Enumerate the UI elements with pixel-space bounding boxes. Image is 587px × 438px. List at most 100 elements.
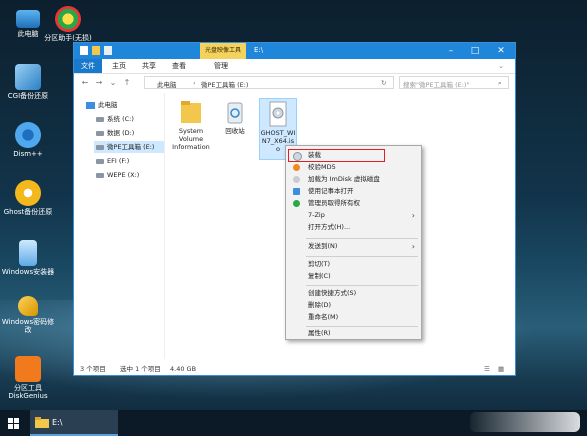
menu-item-imdisk[interactable]: 加载为 ImDisk 虚拟磁盘 bbox=[286, 174, 421, 185]
menu-item-take-ownership[interactable]: 管理员取得所有权 bbox=[286, 198, 421, 209]
desktop-icon-label: Ghost备份还原 bbox=[3, 208, 53, 216]
tab-file[interactable]: 文件 bbox=[74, 59, 102, 73]
desktop-icon-cgi[interactable]: CGI备份还原 bbox=[0, 64, 56, 100]
taskbar-explorer-button[interactable]: E:\ bbox=[30, 410, 118, 436]
tab-home[interactable]: 主页 bbox=[106, 59, 132, 73]
folder-icon bbox=[181, 101, 201, 123]
status-bar: 3 个项目 选中 1 个项目 4.40 GB ☰ ▦ bbox=[74, 363, 515, 375]
system-tray[interactable] bbox=[470, 412, 580, 432]
back-arrow-icon[interactable]: ← bbox=[80, 77, 90, 89]
minimize-button[interactable]: – bbox=[444, 45, 458, 57]
file-item-recycle-bin[interactable]: 回收站 bbox=[216, 99, 254, 135]
menu-label: 删除(D) bbox=[308, 301, 332, 309]
refresh-icon[interactable]: ↻ bbox=[381, 79, 386, 87]
breadcrumb-separator: › bbox=[193, 79, 196, 87]
expand-ribbon-icon[interactable]: ⌄ bbox=[494, 59, 508, 73]
nav-label: 数据 (D:) bbox=[107, 129, 135, 137]
menu-item-properties[interactable]: 属性(R) bbox=[286, 328, 421, 339]
mount-highlight-box bbox=[288, 149, 385, 162]
forward-arrow-icon[interactable]: → bbox=[94, 77, 104, 89]
windows-logo-icon bbox=[8, 418, 19, 429]
desktop-icon-partition-assistant[interactable]: 分区助手(无损) bbox=[40, 6, 96, 42]
up-arrow-icon[interactable]: ↑ bbox=[122, 77, 132, 89]
notepad-icon bbox=[293, 188, 300, 195]
close-button[interactable]: ✕ bbox=[494, 45, 508, 57]
menu-item-rename[interactable]: 重命名(M) bbox=[286, 312, 421, 323]
quick-access-properties-icon[interactable] bbox=[104, 46, 112, 55]
quick-access-folder-icon[interactable] bbox=[92, 46, 100, 55]
nav-label: 系统 (C:) bbox=[107, 115, 134, 123]
breadcrumb-root[interactable]: 此电脑 bbox=[157, 79, 177, 89]
title-bar[interactable]: 光盘映像工具 E:\ – □ ✕ bbox=[74, 43, 515, 59]
drive-icon bbox=[96, 144, 104, 150]
desktop-icon-windows-installer[interactable]: Windows安装器 bbox=[0, 240, 56, 276]
nav-label: 微PE工具箱 (E:) bbox=[107, 143, 155, 151]
tab-view[interactable]: 查看 bbox=[166, 59, 192, 73]
menu-item-delete[interactable]: 删除(D) bbox=[286, 300, 421, 311]
status-size: 4.40 GB bbox=[170, 365, 197, 373]
menu-item-cut[interactable]: 剪切(T) bbox=[286, 259, 421, 270]
menu-item-7zip[interactable]: 7-Zip › bbox=[286, 210, 421, 221]
menu-item-send-to[interactable]: 发送到(N) › bbox=[286, 241, 421, 252]
chevron-right-icon: › bbox=[411, 211, 415, 220]
file-item-system-volume-information[interactable]: System Volume Information bbox=[172, 99, 210, 151]
desktop-icon-label: Dism++ bbox=[13, 150, 43, 158]
menu-label: 剪切(T) bbox=[308, 260, 331, 268]
large-icons-view-icon[interactable]: ▦ bbox=[498, 363, 504, 375]
diskgenius-icon bbox=[15, 356, 41, 382]
menu-label: 使用记事本打开 bbox=[308, 187, 354, 195]
desktop-icon-ghost[interactable]: Ghost备份还原 bbox=[0, 180, 56, 216]
tab-manage[interactable]: 管理 bbox=[208, 59, 234, 73]
recent-dropdown-icon[interactable]: ⌄ bbox=[108, 77, 118, 89]
menu-label: 管理员取得所有权 bbox=[308, 199, 360, 207]
md5-icon bbox=[293, 164, 300, 171]
menu-label: 打开方式(H)... bbox=[308, 223, 351, 231]
nav-item-x[interactable]: WEPE (X:) bbox=[96, 169, 139, 181]
window-icon bbox=[80, 46, 88, 55]
menu-label: 创建快捷方式(S) bbox=[308, 289, 357, 297]
search-icon[interactable]: ⌕ bbox=[498, 79, 502, 88]
maximize-button[interactable]: □ bbox=[468, 45, 482, 57]
menu-item-copy[interactable]: 复制(C) bbox=[286, 271, 421, 282]
address-row: ← → ⌄ ↑ 此电脑 › 微PE工具箱 (E:) ↻ 搜索"微PE工具箱 (E… bbox=[74, 74, 515, 92]
computer-icon bbox=[16, 10, 40, 28]
search-input[interactable]: 搜索"微PE工具箱 (E:)" ⌕ bbox=[399, 76, 509, 89]
nav-label: WEPE (X:) bbox=[107, 171, 140, 179]
desktop-icon-diskgenius[interactable]: 分区工具DiskGenius bbox=[0, 356, 56, 400]
file-name: 回收站 bbox=[225, 127, 245, 135]
details-view-icon[interactable]: ☰ bbox=[484, 363, 490, 375]
address-bar[interactable]: 此电脑 › 微PE工具箱 (E:) ↻ bbox=[144, 76, 394, 89]
desktop-icon-label: 分区工具DiskGenius bbox=[8, 384, 48, 400]
menu-item-md5[interactable]: 校验MD5 bbox=[286, 162, 421, 173]
desktop-icon-dism[interactable]: Dism++ bbox=[0, 122, 56, 158]
breadcrumb-current[interactable]: 微PE工具箱 (E:) bbox=[201, 79, 248, 89]
folder-icon bbox=[35, 417, 49, 428]
chevron-right-icon: › bbox=[411, 242, 415, 251]
nav-label: 此电脑 bbox=[98, 101, 118, 109]
nav-item-f[interactable]: EFI (F:) bbox=[96, 155, 129, 167]
drive-icon bbox=[96, 130, 104, 136]
tab-share[interactable]: 共享 bbox=[136, 59, 162, 73]
file-name: System Volume Information bbox=[172, 127, 210, 151]
nav-item-this-pc[interactable]: 此电脑 bbox=[86, 99, 118, 111]
contextual-tab-disc-image-tools[interactable]: 光盘映像工具 bbox=[200, 43, 246, 59]
start-button[interactable] bbox=[0, 410, 26, 436]
desktop-icon-password[interactable]: Windows密码修改 bbox=[0, 296, 56, 334]
imdisk-icon bbox=[293, 176, 300, 183]
drive-icon bbox=[96, 158, 104, 164]
partition-assistant-icon bbox=[55, 6, 81, 32]
menu-label: 加载为 ImDisk 虚拟磁盘 bbox=[308, 175, 380, 183]
menu-item-notepad[interactable]: 使用记事本打开 bbox=[286, 186, 421, 197]
menu-separator bbox=[306, 285, 418, 286]
desktop-icon-label: Windows密码修改 bbox=[1, 318, 55, 334]
navigation-pane: 此电脑 系统 (C:) 数据 (D:) 微PE工具箱 (E:) EFI (F:)… bbox=[74, 93, 165, 359]
menu-item-open-with[interactable]: 打开方式(H)... bbox=[286, 222, 421, 233]
menu-label: 重命名(M) bbox=[308, 313, 339, 321]
nav-item-e[interactable]: 微PE工具箱 (E:) bbox=[94, 141, 164, 153]
search-placeholder: 搜索"微PE工具箱 (E:)" bbox=[403, 81, 470, 89]
menu-item-create-shortcut[interactable]: 创建快捷方式(S) bbox=[286, 288, 421, 299]
menu-label: 校验MD5 bbox=[308, 163, 336, 171]
context-menu: 装载 校验MD5 加载为 ImDisk 虚拟磁盘 使用记事本打开 管理员取得所有… bbox=[285, 145, 422, 340]
nav-item-c[interactable]: 系统 (C:) bbox=[96, 113, 134, 125]
nav-item-d[interactable]: 数据 (D:) bbox=[96, 127, 134, 139]
